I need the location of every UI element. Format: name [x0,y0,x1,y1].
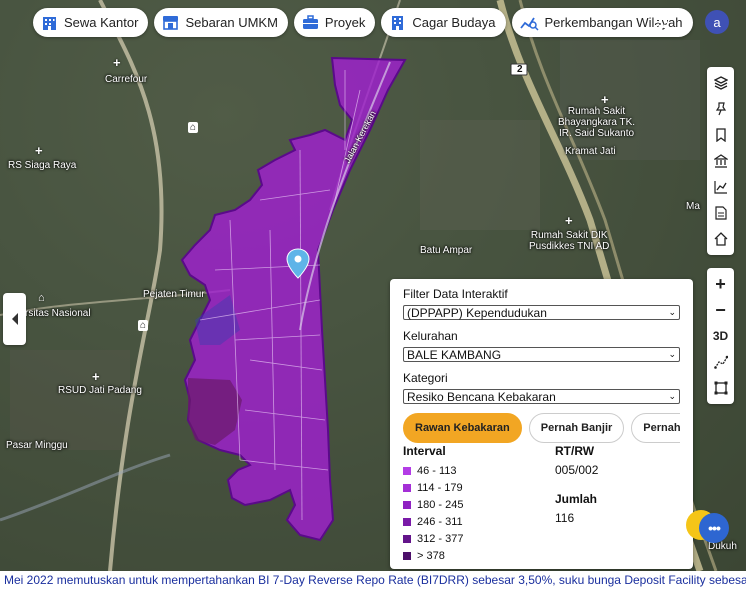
legend-swatch [403,551,411,560]
chip-rawan-kebakaran[interactable]: Rawan Kebakaran [403,413,522,443]
apps-grid-icon[interactable] [654,14,669,29]
zoom-in-button[interactable]: + [707,271,734,297]
road-shield-label: 2 [517,64,523,75]
nav-sebaran-umkm-label: Sebaran UMKM [185,15,278,30]
nav-cagar-budaya-label: Cagar Budaya [412,15,496,30]
legend-swatch [403,517,411,526]
legend-swatch [403,466,411,475]
label-carrefour: Carrefour [105,74,148,85]
nav-proyek-label: Proyek [324,15,366,30]
map-tools-toolbar [707,67,734,255]
jumlah-value: 116 [555,511,575,525]
legend-item: 180 - 245 [403,496,463,513]
rtrw-value: 005/002 [555,463,599,477]
kategori-select[interactable]: Resiko Bencana Kebakaran ⌄ [403,389,680,404]
label-rsud-jati-padang: RSUD Jati Padang [58,385,142,396]
legend-item: 114 - 179 [403,479,463,496]
hospital-marker-icon: + [92,369,100,384]
legend-item: 46 - 113 [403,462,463,479]
label-pasar-minggu: Pasar Minggu [6,440,68,451]
briefcase-icon [302,15,318,29]
rtrw-label: RT/RW [555,444,595,458]
nav-cagar-budaya-button[interactable]: Cagar Budaya [381,8,506,37]
label-pejaten-timur: Pejaten Timur [143,289,205,300]
nav-proyek-button[interactable]: Proyek [293,8,376,37]
label-batu-ampar: Batu Ampar [420,245,473,256]
label-kramat-jati: Kramat Jati [565,146,616,157]
legend-label: > 378 [417,549,445,562]
dataset-select-value: (DPPAPP) Kependudukan [407,305,547,320]
dataset-select[interactable]: (DPPAPP) Kependudukan ⌄ [403,305,680,320]
measure-line-icon[interactable] [707,349,734,375]
kategori-select-value: Resiko Bencana Kebakaran [407,389,556,404]
jumlah-label: Jumlah [555,492,598,506]
kelurahan-select-value: BALE KAMBANG [407,347,502,362]
bookmark-icon[interactable] [707,122,734,148]
legend-label: 180 - 245 [417,498,464,511]
chevron-left-icon [11,313,18,325]
panel-title: Filter Data Interaktif [403,287,508,301]
toggle-3d-button[interactable]: 3D [707,323,734,349]
heritage-building-icon [392,16,404,30]
trend-chart-icon[interactable] [707,174,734,200]
map-view-toolbar: + − 3D [707,268,734,404]
poi-marker-icon: + [113,55,121,70]
zoom-out-button[interactable]: − [707,297,734,323]
label-universitas-nasional: rsitas Nasional [25,308,91,319]
nav-sebaran-umkm-button[interactable]: Sebaran UMKM [154,8,288,37]
legend-title: Interval [403,444,446,458]
legend-swatch [403,534,411,543]
kategori-label: Kategori [403,371,448,385]
chat-icon[interactable]: ••• [699,513,729,543]
legend-label: 312 - 377 [417,532,464,545]
top-navigation: Sewa Kantor Sebaran UMKM Proyek Cagar Bu… [33,8,693,37]
kelurahan-label: Kelurahan [403,329,458,343]
legend-swatch [403,500,411,509]
news-ticker[interactable]: Mei 2022 memutuskan untuk mempertahankan… [0,571,746,589]
legend-label: 46 - 113 [417,464,457,477]
label-ma: Ma [686,201,700,212]
document-icon[interactable] [707,200,734,226]
university-marker-icon: ⌂ [38,292,45,304]
label-rs-bhayangkara: Rumah Sakit Bhayangkara TK. IR. Said Suk… [558,106,636,139]
transit-icon: ⌂ [138,320,149,331]
legend-item: > 378 [403,547,463,564]
chip-pernah-kebakaran[interactable]: Pernah Kebak [631,413,680,443]
legend-label: 114 - 179 [417,481,463,494]
hospital-marker-icon: + [565,213,573,228]
hospital-marker-icon: + [35,143,43,158]
chevron-down-icon: ⌄ [668,349,676,359]
legend-item: 246 - 311 [403,513,463,530]
hospital-marker-icon: + [601,92,609,107]
chart-search-icon [519,17,539,31]
store-icon [163,16,179,30]
interval-legend: Interval 46 - 113 114 - 179 180 - 245 24… [403,444,463,564]
nav-sewa-kantor-label: Sewa Kantor [64,15,139,30]
label-rs-dik-pusdikkes: Rumah Sakit DIK Pusdikkes TNI AD [529,230,610,252]
home-icon[interactable] [707,226,734,252]
category-chips: Rawan Kebakaran Pernah Banjir Pernah Keb… [403,413,680,443]
sidebar-toggle-button[interactable] [3,293,26,345]
chevron-down-icon: ⌄ [668,391,676,401]
pin-icon[interactable] [707,96,734,122]
building-icon [43,17,56,30]
filter-panel: Filter Data Interaktif (DPPAPP) Kependud… [390,279,693,569]
transit-icon: ⌂ [188,122,199,133]
legend-swatch [403,483,411,492]
nav-sewa-kantor-button[interactable]: Sewa Kantor [33,8,149,37]
legend-item: 312 - 377 [403,530,463,547]
layers-icon[interactable] [707,70,734,96]
landmark-icon[interactable] [707,148,734,174]
chip-pernah-banjir[interactable]: Pernah Banjir [528,413,625,443]
kelurahan-select[interactable]: BALE KAMBANG ⌄ [403,347,680,362]
measure-area-icon[interactable] [707,375,734,401]
region-info: RT/RW 005/002 Jumlah 116 [555,444,598,540]
legend-label: 246 - 311 [417,515,463,528]
chevron-down-icon: ⌄ [668,307,676,317]
user-avatar[interactable]: a [705,10,729,34]
label-rs-siaga-raya: RS Siaga Raya [8,160,77,171]
